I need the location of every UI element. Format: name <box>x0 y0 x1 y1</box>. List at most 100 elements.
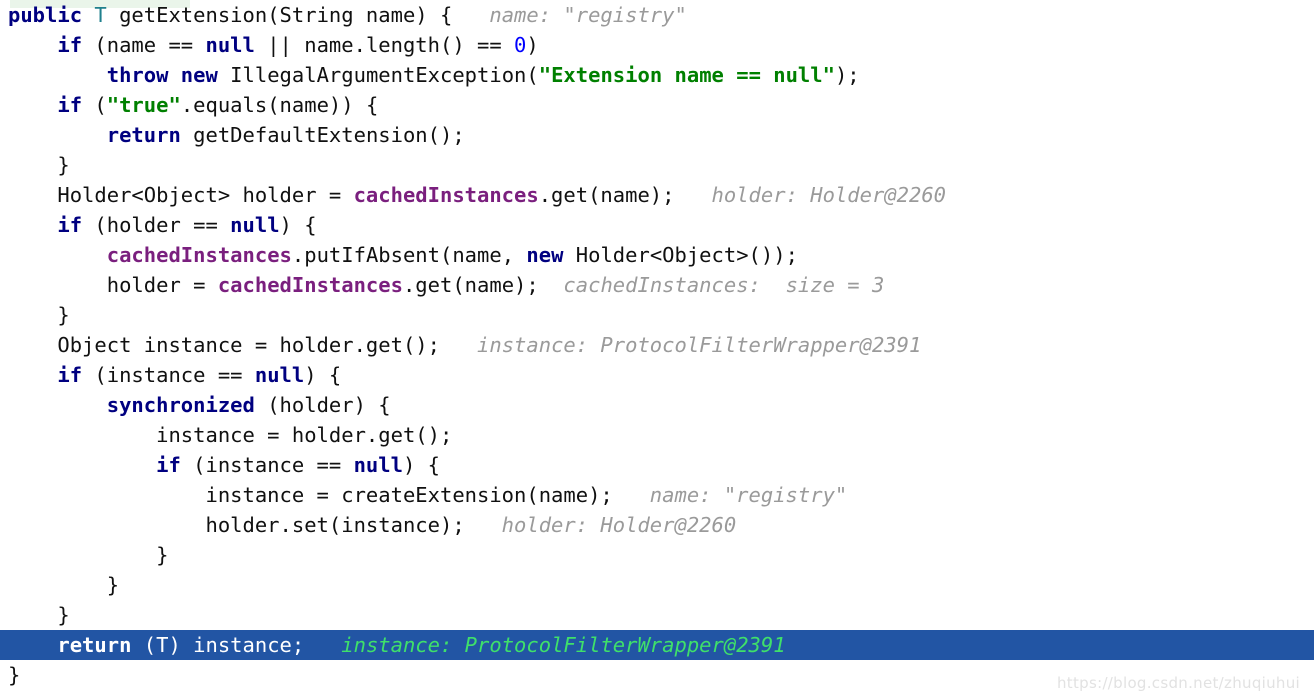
code-line[interactable]: throw new IllegalArgumentException("Exte… <box>0 60 1314 90</box>
code-line[interactable]: Holder<Object> holder = cachedInstances.… <box>0 180 1314 210</box>
code-token: Object instance = holder.get(); <box>8 333 440 357</box>
code-line-content: if (instance == null) { <box>0 450 440 480</box>
code-line-content: if (holder == null) { <box>0 210 316 240</box>
code-line[interactable]: return getDefaultExtension(); <box>0 120 1314 150</box>
code-token: public <box>8 3 83 27</box>
code-line[interactable]: synchronized (holder) { <box>0 390 1314 420</box>
code-token: Holder<Object> holder = <box>8 183 354 207</box>
inline-debug-hint: name: "registry" <box>452 3 687 27</box>
code-line[interactable]: } <box>0 300 1314 330</box>
code-token: if <box>57 213 83 237</box>
code-line-content: } <box>0 540 168 570</box>
code-line[interactable]: } <box>0 600 1314 630</box>
code-token: holder.set(instance); <box>8 513 465 537</box>
code-token: instance = holder.get(); <box>8 423 453 447</box>
code-token: (holder == <box>82 213 231 237</box>
inline-debug-hint: cachedInstances: size = 3 <box>538 273 885 297</box>
inline-debug-hint: name: "registry" <box>612 483 848 507</box>
code-line[interactable]: if (name == null || name.length() == 0) <box>0 30 1314 60</box>
code-line[interactable]: Object instance = holder.get(); instance… <box>0 330 1314 360</box>
code-token: || name.length() == <box>254 33 515 57</box>
code-line-content: cachedInstances.putIfAbsent(name, new Ho… <box>0 240 798 270</box>
code-line-content: } <box>0 570 119 600</box>
code-token: instance = createExtension(name); <box>8 483 613 507</box>
code-token: ) { <box>402 453 440 477</box>
code-line[interactable]: holder.set(instance); holder: Holder@226… <box>0 510 1314 540</box>
code-line[interactable]: if ("true".equals(name)) { <box>0 90 1314 120</box>
code-line-content: } <box>0 300 70 330</box>
code-line[interactable]: } <box>0 570 1314 600</box>
code-token: getExtension(String name) { <box>106 3 453 27</box>
code-line-content: instance = holder.get(); <box>0 420 452 450</box>
code-line-content: Holder<Object> holder = cachedInstances.… <box>0 180 946 210</box>
code-line-content: if (name == null || name.length() == 0) <box>0 30 539 60</box>
code-token: throw new <box>106 63 218 87</box>
code-token: cachedInstances <box>106 243 292 267</box>
code-line[interactable]: if (instance == null) { <box>0 450 1314 480</box>
code-token: 0 <box>514 33 527 57</box>
watermark-text: https://blog.csdn.net/zhuqiuhui <box>1056 674 1300 692</box>
code-token: return <box>106 123 181 147</box>
code-line[interactable]: } <box>0 540 1314 570</box>
code-line-selected[interactable]: return (T) instance; instance: ProtocolF… <box>0 630 1314 660</box>
code-token: (instance == <box>82 363 255 387</box>
code-line[interactable]: instance = createExtension(name); name: … <box>0 480 1314 510</box>
code-line[interactable]: if (instance == null) { <box>0 360 1314 390</box>
code-token: if <box>57 33 83 57</box>
code-token: return <box>57 633 132 657</box>
code-line[interactable]: public T getExtension(String name) { nam… <box>0 0 1314 30</box>
code-line-content: } <box>0 150 70 180</box>
code-token: (T) instance; <box>131 633 305 657</box>
code-token: synchronized <box>106 393 255 417</box>
inline-debug-hint: instance: ProtocolFilterWrapper@2391 <box>304 633 786 657</box>
code-line-content: return (T) instance; instance: ProtocolF… <box>0 630 786 660</box>
code-lines-container[interactable]: public T getExtension(String name) { nam… <box>0 0 1314 690</box>
code-token: null <box>230 213 280 237</box>
code-line-content: public T getExtension(String name) { nam… <box>0 0 687 30</box>
code-token: } <box>8 573 120 597</box>
code-line-content: synchronized (holder) { <box>0 390 391 420</box>
code-token: } <box>8 663 21 687</box>
code-line-content: Object instance = holder.get(); instance… <box>0 330 921 360</box>
code-token: } <box>8 303 70 327</box>
code-token: (holder) { <box>254 393 391 417</box>
inline-debug-hint: instance: ProtocolFilterWrapper@2391 <box>439 333 922 357</box>
code-token: T <box>94 3 107 27</box>
code-line[interactable]: } <box>0 150 1314 180</box>
code-token: ); <box>834 63 860 87</box>
code-token: .get(name); <box>402 273 539 297</box>
code-token: getDefaultExtension(); <box>180 123 465 147</box>
code-token: cachedInstances <box>353 183 539 207</box>
code-token: .equals(name)) { <box>180 93 379 117</box>
code-line[interactable]: cachedInstances.putIfAbsent(name, new Ho… <box>0 240 1314 270</box>
code-token: } <box>8 543 169 567</box>
code-token: cachedInstances <box>217 273 403 297</box>
code-token: null <box>353 453 403 477</box>
code-token: holder = <box>8 273 218 297</box>
code-line[interactable]: if (holder == null) { <box>0 210 1314 240</box>
code-token: ) <box>526 33 539 57</box>
code-token: (instance == <box>180 453 354 477</box>
code-token: if <box>57 363 83 387</box>
code-token: ) { <box>304 363 342 387</box>
inline-debug-hint: holder: Holder@2260 <box>464 513 737 537</box>
code-token: } <box>8 153 70 177</box>
code-token: "Extension name == null" <box>538 63 835 87</box>
code-token: if <box>57 93 83 117</box>
code-line[interactable]: instance = holder.get(); <box>0 420 1314 450</box>
code-editor-pane[interactable]: public T getExtension(String name) { nam… <box>0 0 1314 696</box>
code-token: if <box>156 453 181 477</box>
code-line-content: return getDefaultExtension(); <box>0 120 465 150</box>
code-token: IllegalArgumentException( <box>217 63 539 87</box>
code-line[interactable]: holder = cachedInstances.get(name); cach… <box>0 270 1314 300</box>
